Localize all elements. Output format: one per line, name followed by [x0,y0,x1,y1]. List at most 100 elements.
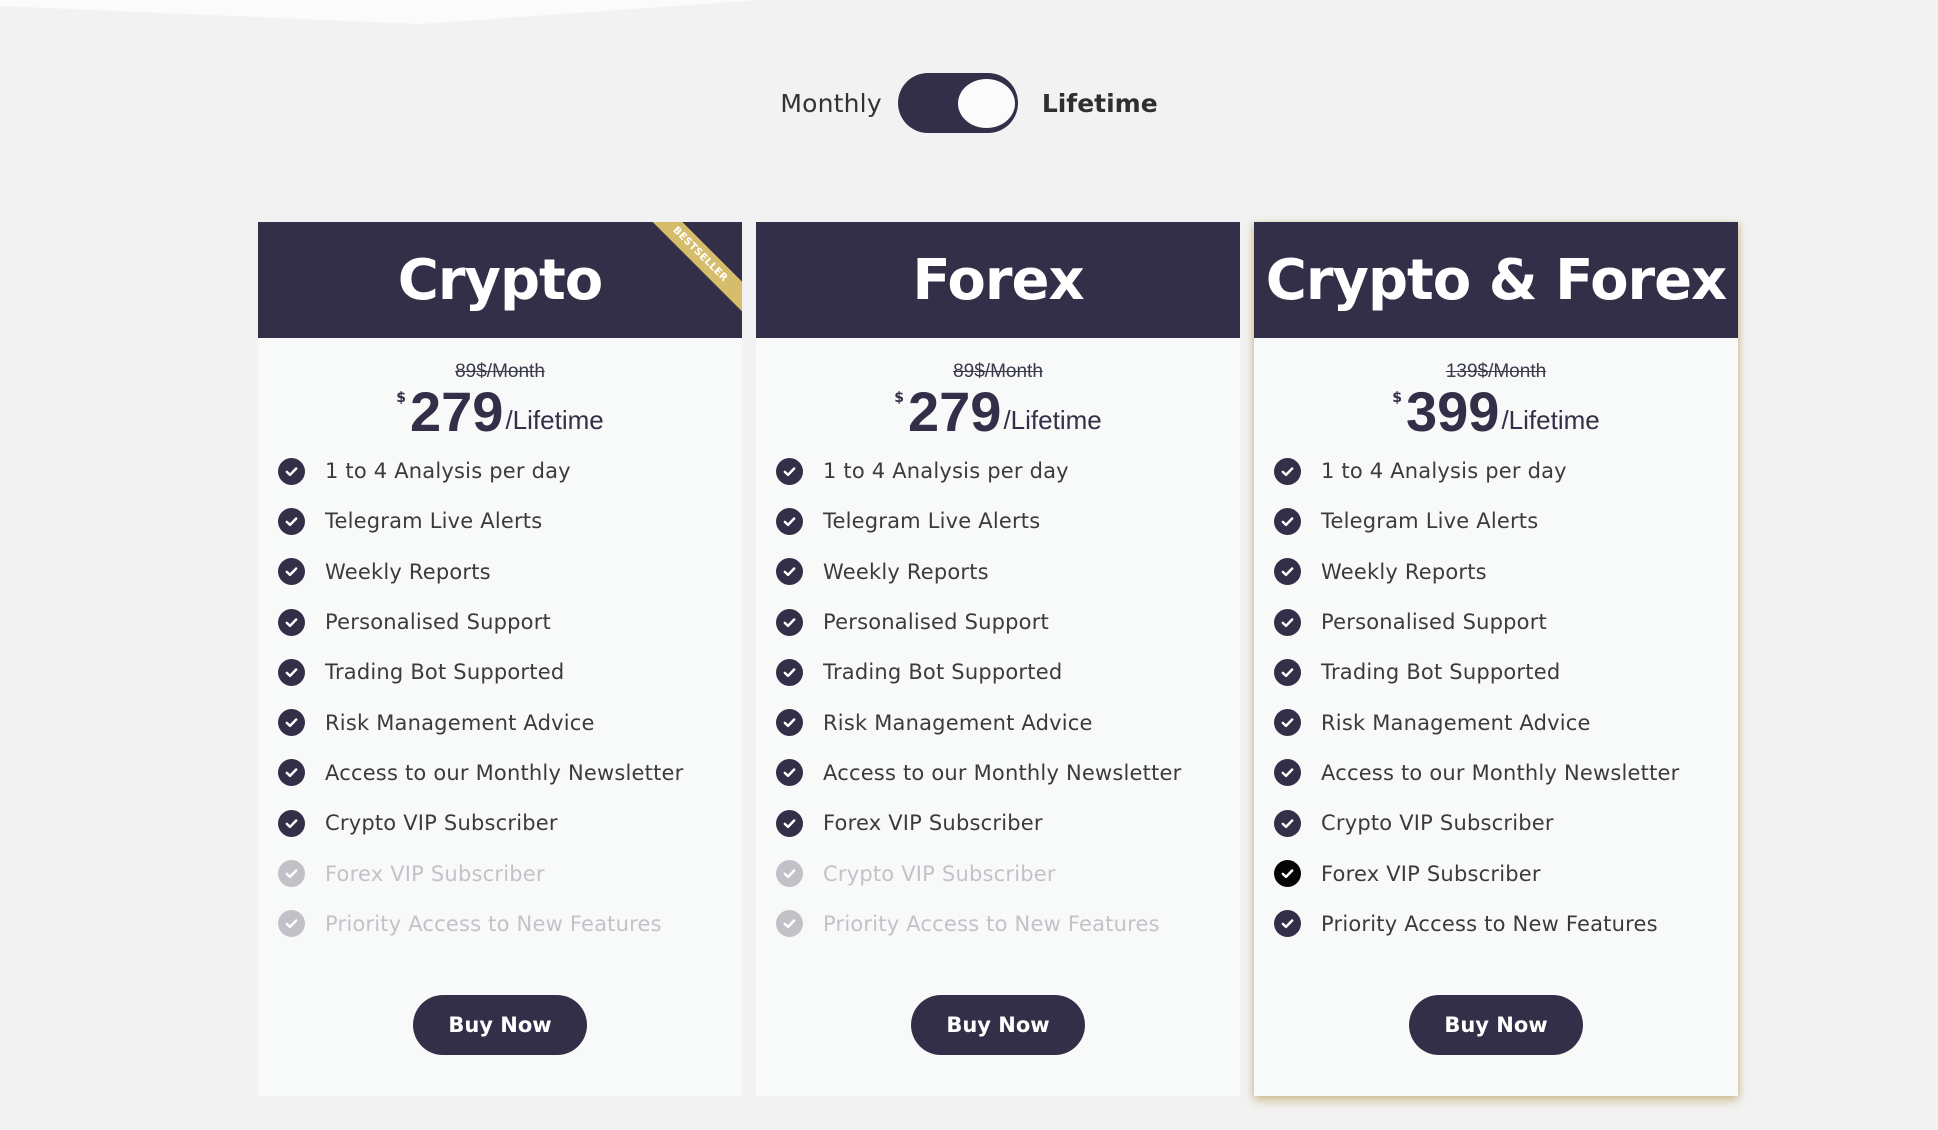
feature-item: Telegram Live Alerts [278,496,742,546]
feature-item: Access to our Monthly Newsletter [1274,748,1738,798]
price-period: /Lifetime [1501,405,1600,435]
check-circle-icon [1274,558,1301,586]
plan-title: Crypto & Forex [1265,247,1728,313]
feature-label: Telegram Live Alerts [325,509,543,534]
feature-item: Forex VIP Subscriber [776,798,1240,848]
feature-label: Risk Management Advice [325,710,595,735]
feature-item: Weekly Reports [278,547,742,597]
feature-label: 1 to 4 Analysis per day [1321,459,1567,484]
check-circle-icon [1274,608,1301,636]
check-circle-icon [278,457,305,485]
billing-period-toggle: Monthly Lifetime [0,72,1938,134]
feature-label: Risk Management Advice [1321,710,1591,735]
price-row: $ 279 /Lifetime [258,384,742,440]
check-circle-icon [278,809,305,837]
plan-title: Crypto [397,247,604,313]
check-circle-icon [1274,457,1301,485]
feature-item: Trading Bot Supported [1274,647,1738,697]
feature-label: Forex VIP Subscriber [325,861,545,886]
feature-label: Personalised Support [823,610,1049,635]
price-amount: 279 [908,380,1002,443]
check-circle-icon [278,709,305,737]
feature-label: Personalised Support [1321,610,1547,635]
feature-item: Risk Management Advice [278,697,742,747]
pricing-card-crypto: Crypto BESTSELLER 89$/Month $ 279 /Lifet… [258,222,742,1096]
pricing-card-crypto-forex: Crypto & Forex 139$/Month $ 399 /Lifetim… [1254,222,1738,1096]
check-circle-icon [278,910,305,938]
feature-label: Forex VIP Subscriber [1321,861,1541,886]
feature-label: Crypto VIP Subscriber [325,811,558,836]
plan-title: Forex [912,247,1084,313]
feature-item: Priority Access to New Features [1274,899,1738,949]
price-period: /Lifetime [505,405,604,435]
card-header: Crypto & Forex [1254,222,1738,338]
card-header: Crypto BESTSELLER [258,222,742,338]
switch-knob [957,79,1015,128]
check-circle-icon [776,709,803,737]
feature-label: Weekly Reports [325,559,491,584]
feature-label: Weekly Reports [823,559,989,584]
buy-now-button[interactable]: Buy Now [413,995,587,1055]
feature-label: Personalised Support [325,610,551,635]
feature-label: Risk Management Advice [823,710,1093,735]
feature-label: Trading Bot Supported [823,660,1063,685]
feature-item: Priority Access to New Features [278,899,742,949]
monthly-label[interactable]: Monthly [780,89,882,118]
feature-item: Access to our Monthly Newsletter [776,748,1240,798]
feature-label: 1 to 4 Analysis per day [325,459,571,484]
bestseller-ribbon: BESTSELLER [636,222,742,319]
check-circle-icon [1274,759,1301,787]
check-circle-icon [278,759,305,787]
feature-item: Crypto VIP Subscriber [776,848,1240,898]
check-circle-icon [1274,507,1301,535]
check-circle-icon [776,860,803,888]
feature-label: Crypto VIP Subscriber [1321,811,1554,836]
feature-item: Telegram Live Alerts [776,496,1240,546]
top-wave-decoration [0,0,1938,24]
feature-label: Priority Access to New Features [1321,911,1658,936]
check-circle-icon [278,658,305,686]
feature-item: Forex VIP Subscriber [278,848,742,898]
price-amount: 279 [410,380,504,443]
check-circle-icon [776,608,803,636]
check-circle-icon [278,507,305,535]
feature-item: Telegram Live Alerts [1274,496,1738,546]
feature-label: Priority Access to New Features [325,911,662,936]
feature-label: Crypto VIP Subscriber [823,861,1056,886]
feature-label: Access to our Monthly Newsletter [823,760,1182,785]
feature-item: Weekly Reports [1274,547,1738,597]
currency-symbol: $ [894,390,905,406]
billing-switch[interactable] [897,73,1018,133]
feature-label: Forex VIP Subscriber [823,811,1043,836]
check-circle-icon [278,860,305,888]
feature-item: Personalised Support [1274,597,1738,647]
feature-label: Access to our Monthly Newsletter [325,760,684,785]
check-circle-icon [776,507,803,535]
check-circle-icon [776,809,803,837]
feature-item: 1 to 4 Analysis per day [776,446,1240,496]
feature-item: Trading Bot Supported [776,647,1240,697]
feature-label: Access to our Monthly Newsletter [1321,760,1680,785]
buy-now-button[interactable]: Buy Now [911,995,1085,1055]
feature-item: 1 to 4 Analysis per day [278,446,742,496]
currency-symbol: $ [396,390,407,406]
feature-item: Crypto VIP Subscriber [1274,798,1738,848]
lifetime-label[interactable]: Lifetime [1042,89,1158,118]
buy-now-button[interactable]: Buy Now [1409,995,1583,1055]
feature-item: Risk Management Advice [776,697,1240,747]
feature-item: Personalised Support [776,597,1240,647]
check-circle-icon [776,910,803,938]
feature-item: Personalised Support [278,597,742,647]
feature-list: 1 to 4 Analysis per day Telegram Live Ale… [1254,446,1738,949]
check-circle-icon [1274,709,1301,737]
feature-item: Risk Management Advice [1274,697,1738,747]
price-period: /Lifetime [1003,405,1102,435]
check-circle-icon [1274,910,1301,938]
check-circle-icon [776,558,803,586]
price-row: $ 279 /Lifetime [756,384,1240,440]
feature-item: Forex VIP Subscriber [1274,848,1738,898]
price-block: 89$/Month $ 279 /Lifetime [756,362,1240,440]
check-circle-icon [1274,809,1301,837]
price-amount: 399 [1406,380,1500,443]
feature-item: Trading Bot Supported [278,647,742,697]
